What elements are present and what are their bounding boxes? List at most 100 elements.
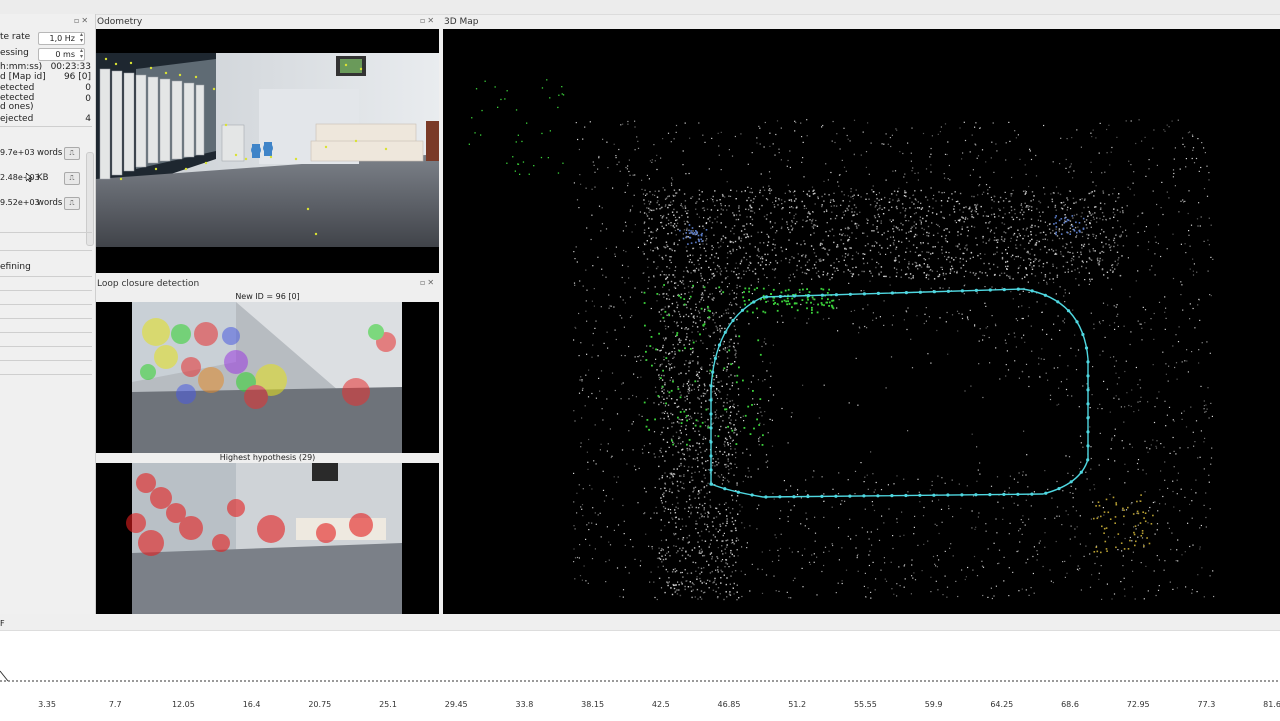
point-cloud-point [998,562,1000,564]
point-cloud-point [769,261,772,264]
point-cloud-point [683,383,685,385]
point-cloud-point [678,239,681,241]
point-cloud-point [933,278,936,280]
point-cloud-point [740,259,743,261]
plot-icon[interactable]: ⎍ [64,147,80,160]
point-cloud-point [506,162,508,164]
point-cloud-point [821,126,823,128]
point-cloud-point [1173,158,1175,160]
point-cloud-point [867,488,869,490]
map-id-value: 96 [0] [63,72,91,82]
point-cloud-point [668,363,670,365]
point-cloud-point [955,580,957,582]
point-cloud-point [789,212,791,214]
point-cloud-point [885,179,887,181]
point-cloud-point [847,226,849,229]
rejected-value: 4 [85,114,91,124]
point-cloud-point [1123,447,1125,449]
point-cloud-point [812,298,814,300]
point-cloud-point [1072,197,1075,199]
loop-closure-dock-buttons[interactable]: ▫✕ [420,278,436,287]
map-3d-view[interactable] [443,29,1280,614]
point-cloud-point [701,191,703,193]
point-cloud-point [707,482,709,485]
plot-icon[interactable]: ⎍ [64,197,80,210]
point-cloud-point [1099,259,1101,262]
detected-ones-label: etected d ones) [0,93,35,112]
point-cloud-point [1199,319,1201,321]
point-cloud-point [1016,319,1019,322]
new-image-view[interactable] [96,302,439,453]
point-cloud-point [687,385,690,387]
point-cloud-point [791,221,794,223]
point-cloud-point [929,156,931,158]
point-cloud-point [655,391,657,393]
point-cloud-point [1103,231,1105,233]
panel-dock-buttons[interactable]: ▫✕ [74,16,90,25]
point-cloud-point [1203,596,1205,598]
point-cloud-point [1009,475,1011,477]
point-cloud-point [693,264,695,266]
point-cloud-point [847,479,849,481]
point-cloud-point [910,152,912,154]
point-cloud-point [1207,387,1209,389]
odometry-dock-buttons[interactable]: ▫✕ [420,16,436,25]
point-cloud-point [688,366,690,368]
hypothesis-image-view[interactable] [96,463,439,614]
point-cloud-point [1154,253,1156,255]
point-cloud-point [676,496,678,499]
point-cloud-point [633,465,636,467]
point-cloud-point [691,384,694,386]
odometry-image-view[interactable] [96,29,439,273]
point-cloud-point [719,268,721,270]
point-cloud-point [801,283,803,285]
tree-item-refining[interactable]: efining [0,262,93,273]
point-cloud-point [862,308,864,310]
point-cloud-point [716,199,718,202]
point-cloud-point [731,241,733,243]
point-cloud-point [722,540,724,542]
point-cloud-point [756,403,758,405]
point-cloud-point [862,253,864,255]
point-cloud-point [1137,468,1139,470]
point-cloud-point [1045,303,1047,305]
point-cloud-point [914,233,917,236]
point-cloud-point [668,581,670,583]
point-cloud-point [1101,259,1104,261]
plot-icon[interactable]: ⎍ [64,172,80,185]
point-cloud-point [876,197,878,200]
point-cloud-point [849,247,851,249]
point-cloud-point [932,252,934,254]
point-cloud-point [682,233,684,235]
point-cloud-point [605,228,608,230]
point-cloud-point [672,379,674,381]
point-cloud-point [727,458,729,460]
point-cloud-point [622,589,625,591]
point-cloud-point [1097,257,1099,259]
processing-time-spinbox[interactable]: 0 ms ▴ ▾ [38,48,85,61]
point-cloud-point [856,557,858,559]
point-cloud-point [683,193,686,195]
spin-arrows-icon[interactable]: ▴ ▾ [80,32,83,44]
spin-arrows-icon[interactable]: ▴ ▾ [80,48,83,60]
point-cloud-point [764,253,766,256]
point-cloud-point [833,267,835,269]
point-cloud-point [1017,550,1019,552]
point-cloud-point [781,407,783,410]
point-cloud-point [887,230,889,232]
detection-rate-spinbox[interactable]: 1,0 Hz ▴ ▾ [38,32,85,45]
point-cloud-point [906,328,908,331]
point-cloud-point [1006,260,1009,263]
point-cloud-point [1069,251,1071,254]
point-cloud-point [684,347,686,350]
point-cloud-point [852,267,854,269]
point-cloud-point [988,262,990,265]
point-cloud-point [688,506,690,509]
point-cloud-point [745,258,748,261]
point-cloud-point [797,551,799,553]
point-cloud-point [562,162,564,164]
point-cloud-point [775,590,777,592]
point-cloud-point [813,232,815,234]
point-cloud-point [686,447,688,450]
point-cloud-point [667,219,670,221]
